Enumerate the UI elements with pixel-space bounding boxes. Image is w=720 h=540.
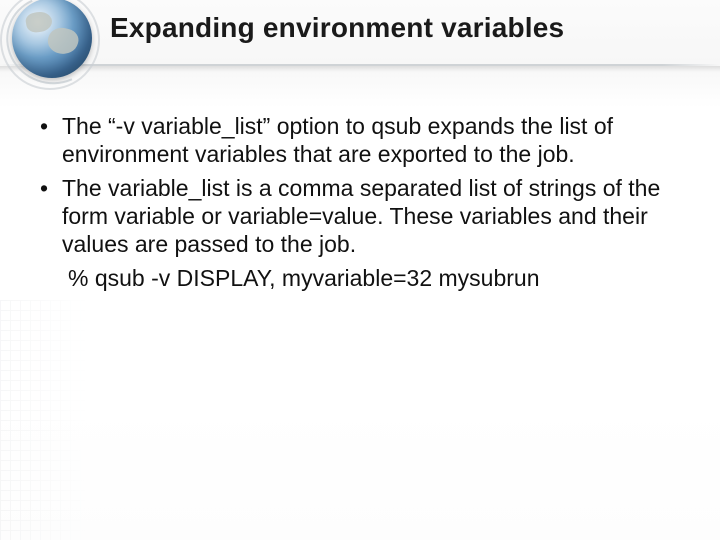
bullet-item: The variable_list is a comma separated l… <box>36 174 668 258</box>
slide: Expanding environment variables The “-v … <box>0 0 720 540</box>
globe-icon <box>8 0 96 82</box>
title-area: Expanding environment variables <box>110 12 680 44</box>
bullet-item: The “-v variable_list” option to qsub ex… <box>36 112 668 168</box>
slide-title: Expanding environment variables <box>110 12 680 44</box>
body-area: The “-v variable_list” option to qsub ex… <box>36 112 668 292</box>
decorative-grid <box>0 300 88 540</box>
title-divider <box>0 62 720 74</box>
example-command: % qsub -v DISPLAY, myvariable=32 mysubru… <box>36 264 668 292</box>
bullet-list: The “-v variable_list” option to qsub ex… <box>36 112 668 258</box>
